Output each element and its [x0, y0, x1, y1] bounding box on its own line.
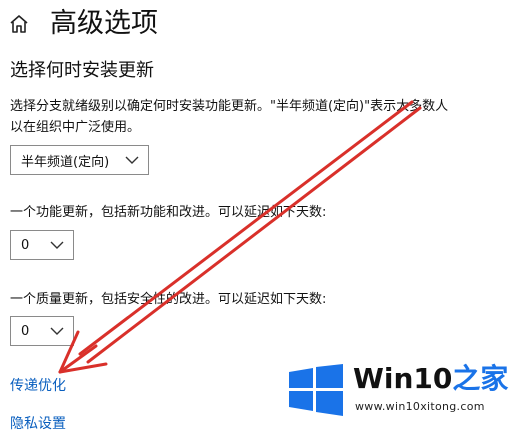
feature-update-defer-value: 0: [21, 237, 30, 253]
quality-update-label: 一个质量更新，包括安全性的改进。可以延迟如下天数:: [10, 292, 327, 307]
section-title: 选择何时安装更新: [10, 60, 154, 81]
quality-update-defer-select[interactable]: 0: [10, 316, 74, 346]
chevron-down-icon: [125, 156, 139, 164]
watermark-title: Win10之家: [353, 362, 508, 396]
delivery-optimization-link[interactable]: 传递优化: [10, 376, 66, 396]
branch-readiness-value: 半年频道(定向): [21, 154, 110, 170]
watermark-url: www.win10xitong.com: [355, 400, 485, 413]
feature-update-defer-select[interactable]: 0: [10, 230, 74, 260]
watermark-title-prefix: Win10: [353, 362, 453, 395]
feature-update-label: 一个功能更新，包括新功能和改进。可以延迟如下天数:: [10, 205, 327, 220]
quality-update-defer-value: 0: [21, 323, 30, 339]
section-description-line1: 选择分支就绪级别以确定何时安装功能更新。"半年频道(定向)"表示大多数人: [10, 99, 449, 114]
branch-readiness-select[interactable]: 半年频道(定向): [10, 145, 149, 175]
watermark-title-suffix: 之家: [452, 362, 509, 395]
home-icon[interactable]: [8, 13, 30, 35]
chevron-down-icon: [50, 327, 64, 335]
page-title: 高级选项: [50, 8, 158, 39]
windows-logo-icon: [289, 364, 343, 416]
watermark: Win10之家 www.win10xitong.com: [287, 360, 512, 426]
chevron-down-icon: [50, 241, 64, 249]
privacy-settings-link[interactable]: 隐私设置: [10, 414, 66, 434]
section-description-line2: 以在组织中广泛使用。: [10, 120, 141, 135]
